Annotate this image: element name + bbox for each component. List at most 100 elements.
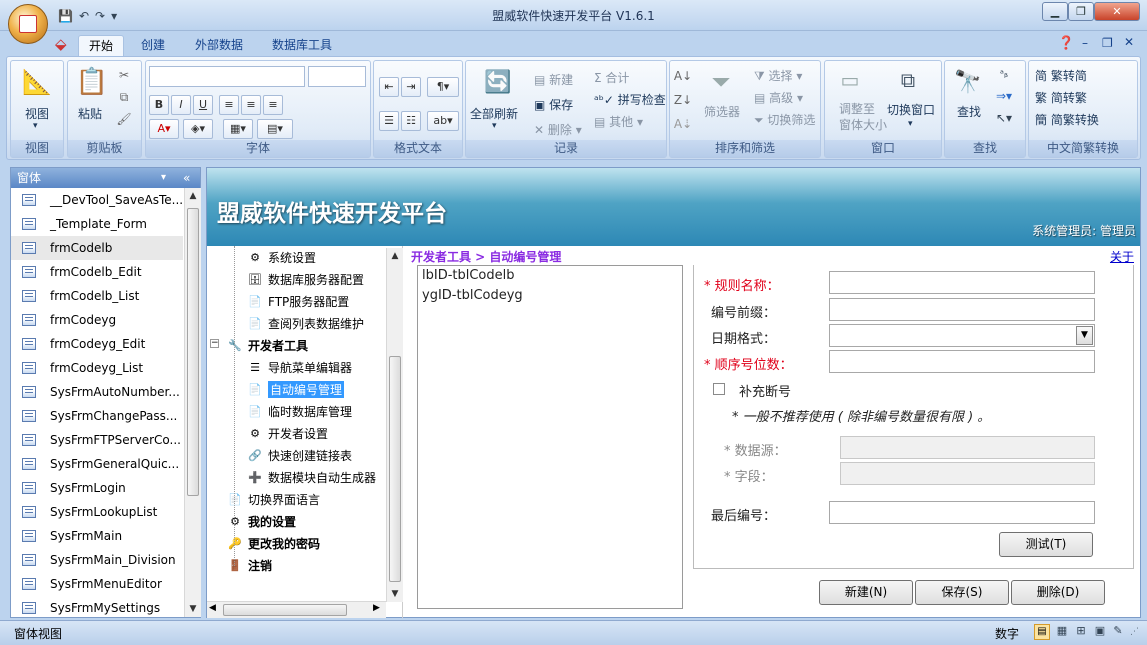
nav-pane-header[interactable]: 窗体 ▾ «	[11, 168, 200, 188]
goto-icon[interactable]: ⇒▾	[993, 87, 1015, 105]
highlight-icon[interactable]: ab▾	[427, 111, 459, 131]
format-painter-icon[interactable]: 🖌	[116, 111, 132, 127]
bold-icon[interactable]: B	[149, 95, 169, 115]
nav-item[interactable]: frmCodelb_Edit	[11, 260, 183, 284]
tree-node[interactable]: 📄 临时数据库管理	[247, 400, 352, 422]
autonumber-list[interactable]: lbID-tblCodelb ygID-tblCodeyg	[417, 265, 683, 609]
chevron-down-icon[interactable]: ▾	[33, 121, 38, 131]
field-input[interactable]	[840, 462, 1095, 485]
new-button[interactable]: 新建(N)	[819, 580, 913, 605]
font-name-select[interactable]	[149, 66, 305, 87]
copy-icon[interactable]: ⧉	[116, 89, 132, 105]
underline-icon[interactable]: U	[193, 95, 213, 115]
nav-item[interactable]: SysFrmGeneralQuic...	[11, 452, 183, 476]
delete-record-button[interactable]: ✕ 删除 ▾	[534, 121, 582, 138]
tab-create[interactable]: 创建	[131, 35, 175, 57]
filter-label[interactable]: 筛选器	[704, 103, 740, 120]
list-item[interactable]: ygID-tblCodeyg	[418, 286, 682, 306]
view-button-label[interactable]: 视图	[25, 105, 49, 122]
align-left-icon[interactable]: ≡	[219, 95, 239, 115]
scroll-down-icon[interactable]: ▼	[387, 586, 403, 602]
form-view-icon[interactable]: ▤	[1034, 624, 1050, 640]
rule-name-input[interactable]	[829, 271, 1095, 294]
fit-window-icon[interactable]: ▭	[837, 67, 863, 93]
datasheet-view-icon[interactable]: ▦	[1054, 624, 1070, 640]
scroll-down-icon[interactable]: ▼	[185, 601, 201, 617]
tree-node[interactable]: 🔑 更改我的密码	[227, 532, 320, 554]
about-link[interactable]: 关于	[1110, 248, 1134, 265]
hscroll-thumb[interactable]	[223, 604, 347, 616]
new-record-button[interactable]: ▤ 新建	[534, 71, 573, 88]
tree-node[interactable]: 📄 切换界面语言	[227, 488, 320, 510]
nav-item[interactable]: __DevTool_SaveAsTe...	[11, 188, 183, 212]
office-button[interactable]	[8, 4, 48, 44]
fill-gap-checkbox[interactable]	[713, 383, 725, 395]
nav-item[interactable]: frmCodeyg_List	[11, 356, 183, 380]
tree-node[interactable]: ⚙ 系统设置	[247, 246, 316, 268]
chevron-down-icon[interactable]: ▼	[1076, 326, 1093, 345]
pivot-view-icon[interactable]: ⊞	[1073, 624, 1089, 640]
last-number-input[interactable]	[829, 501, 1095, 524]
tab-database-tools[interactable]: 数据库工具	[262, 35, 342, 57]
nav-scrollbar[interactable]: ▲ ▼	[184, 188, 201, 617]
nav-item[interactable]: SysFrmAutoNumber...	[11, 380, 183, 404]
scroll-up-icon[interactable]: ▲	[387, 248, 403, 264]
prefix-input[interactable]	[829, 298, 1095, 321]
save-button[interactable]: 保存(S)	[915, 580, 1009, 605]
nav-item[interactable]: _Template_Form	[11, 212, 183, 236]
scroll-right-icon[interactable]: ▶	[373, 603, 380, 613]
restore-button[interactable]: ❐	[1068, 2, 1094, 21]
tree-node[interactable]: 🔧 开发者工具	[227, 334, 308, 356]
nav-item[interactable]: frmCodeyg_Edit	[11, 332, 183, 356]
find-label[interactable]: 查找	[957, 103, 981, 120]
nav-item[interactable]: frmCodelb	[11, 236, 183, 260]
scroll-up-icon[interactable]: ▲	[185, 188, 201, 204]
tree-node[interactable]: 📄 查阅列表数据维护	[247, 312, 364, 334]
increase-indent-icon[interactable]: ⇥	[401, 77, 421, 97]
nav-item[interactable]: frmCodelb_List	[11, 284, 183, 308]
test-button[interactable]: 测试(T)	[999, 532, 1093, 557]
nav-item[interactable]: SysFrmLogin	[11, 476, 183, 500]
nav-item[interactable]: SysFrmChangePass...	[11, 404, 183, 428]
date-format-select[interactable]: ▼	[829, 324, 1095, 347]
alternate-fill-icon[interactable]: ▤▾	[257, 119, 293, 139]
nav-item[interactable]: SysFrmLookupList	[11, 500, 183, 524]
nav-item[interactable]: SysFrmMain_Division	[11, 548, 183, 572]
font-color-icon[interactable]: A▾	[149, 119, 179, 139]
nav-item[interactable]: frmCodeyg	[11, 308, 183, 332]
seq-digits-input[interactable]	[829, 350, 1095, 373]
numbering-icon[interactable]: ☷	[401, 111, 421, 131]
nav-item[interactable]: SysFrmFTPServerCo...	[11, 428, 183, 452]
tree-node[interactable]: 🗄 数据库服务器配置	[247, 268, 364, 290]
nav-item[interactable]: SysFrmMenuEditor	[11, 572, 183, 596]
advanced-button[interactable]: ▤ 高级 ▾	[754, 89, 803, 106]
delete-button[interactable]: 删除(D)	[1011, 580, 1105, 605]
paste-icon[interactable]: 📋	[76, 65, 108, 99]
datasource-input[interactable]	[840, 436, 1095, 459]
tree-node[interactable]: 📄 自动编号管理	[247, 378, 345, 400]
design-view-icon[interactable]: ✎	[1110, 624, 1126, 640]
resize-grip-icon[interactable]: ⋰	[1130, 627, 1139, 637]
help-icon[interactable]: ❓	[1058, 36, 1074, 51]
collapse-node-icon[interactable]: −	[210, 339, 219, 348]
scroll-left-icon[interactable]: ◀	[209, 603, 216, 613]
ribbon-min-icon[interactable]: –	[1082, 36, 1088, 50]
fit-window-label[interactable]: 调整至 窗体大小	[839, 101, 887, 133]
collapse-pane-icon[interactable]: «	[183, 168, 190, 188]
paste-button-label[interactable]: 粘贴	[78, 105, 102, 122]
sort-ascending-icon[interactable]: A↓	[674, 67, 692, 85]
chevron-down-icon[interactable]: ▾	[161, 168, 166, 188]
convert-button[interactable]: 簡 简繁转换	[1035, 111, 1099, 128]
minimize-button[interactable]: ▁	[1042, 2, 1068, 21]
chevron-down-icon[interactable]: ▾	[908, 119, 913, 129]
layout-view-icon[interactable]: ▣	[1092, 624, 1108, 640]
filter-icon[interactable]: ⏷	[706, 67, 736, 97]
tree-scrollbar[interactable]: ▲ ▼	[386, 248, 403, 602]
replace-icon[interactable]: ᵃᵦ	[993, 65, 1015, 83]
align-center-icon[interactable]: ≡	[241, 95, 261, 115]
sort-descending-icon[interactable]: Z↓	[674, 91, 692, 109]
nav-item[interactable]: SysFrmMySettings	[11, 596, 183, 618]
binoculars-icon[interactable]: 🔭	[953, 67, 983, 97]
fill-color-icon[interactable]: ◈▾	[183, 119, 213, 139]
clear-sort-icon[interactable]: A⇣	[674, 115, 692, 133]
